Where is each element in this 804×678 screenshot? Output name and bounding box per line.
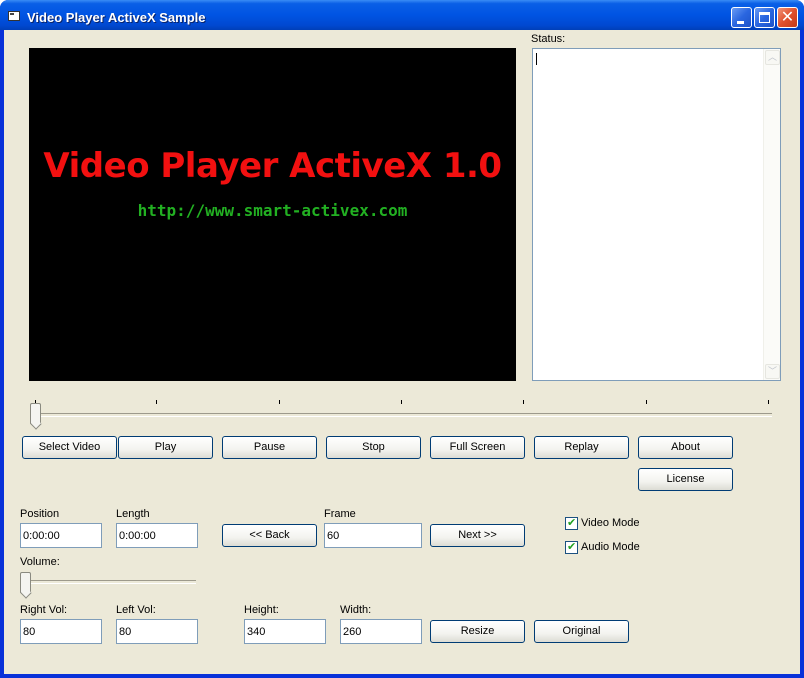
play-button[interactable]: Play <box>118 436 213 459</box>
app-window: Video Player ActiveX Sample ✕ Video Play… <box>0 0 804 678</box>
stop-button[interactable]: Stop <box>326 436 421 459</box>
maximize-button[interactable] <box>754 7 775 28</box>
maximize-icon <box>759 12 770 23</box>
height-label: Height: <box>244 604 279 616</box>
position-label: Position <box>20 508 60 520</box>
close-icon: ✕ <box>780 9 795 26</box>
text-caret <box>536 53 537 65</box>
audio-mode-label[interactable]: Audio Mode <box>581 541 640 553</box>
scroll-down-button[interactable]: ﹀ <box>765 364 780 379</box>
seek-tick <box>279 400 280 404</box>
volume-track[interactable] <box>24 580 196 584</box>
seek-thumb[interactable] <box>30 403 41 424</box>
checkbox-check-icon[interactable] <box>565 540 578 554</box>
video-title-text: Video Player ActiveX 1.0 <box>43 146 502 186</box>
length-field[interactable] <box>116 523 198 548</box>
minimize-button[interactable] <box>731 7 752 28</box>
window-title: Video Player ActiveX Sample <box>27 10 206 25</box>
right-vol-label: Right Vol: <box>20 604 68 616</box>
height-field[interactable] <box>244 619 326 644</box>
length-label: Length <box>116 508 150 520</box>
left-vol-field[interactable] <box>116 619 198 644</box>
resize-button[interactable]: Resize <box>430 620 525 643</box>
minimize-icon <box>737 21 744 24</box>
full-screen-button[interactable]: Full Screen <box>430 436 525 459</box>
width-field[interactable] <box>340 619 422 644</box>
app-icon[interactable] <box>8 11 20 21</box>
select-video-button[interactable]: Select Video <box>22 436 117 459</box>
status-label: Status: <box>531 33 566 45</box>
left-vol-label: Left Vol: <box>116 604 156 616</box>
volume-thumb[interactable] <box>20 572 31 593</box>
license-button[interactable]: License <box>638 468 733 491</box>
next-button[interactable]: Next >> <box>430 524 525 547</box>
close-button[interactable]: ✕ <box>777 7 798 28</box>
seek-track[interactable] <box>34 413 772 417</box>
volume-label: Volume: <box>20 556 60 568</box>
original-button[interactable]: Original <box>534 620 629 643</box>
video-display[interactable]: Video Player ActiveX 1.0 http://www.smar… <box>29 48 516 381</box>
status-scrollbar[interactable]: ︿ ﹀ <box>763 49 780 380</box>
seek-tick <box>523 400 524 404</box>
video-url-text: http://www.smart-activex.com <box>137 201 408 220</box>
pause-button[interactable]: Pause <box>222 436 317 459</box>
frame-field[interactable] <box>324 523 422 548</box>
back-button[interactable]: << Back <box>222 524 317 547</box>
video-mode-label[interactable]: Video Mode <box>581 517 640 529</box>
scroll-up-button[interactable]: ︿ <box>765 50 780 65</box>
position-field[interactable] <box>20 523 102 548</box>
client-area: Video Player ActiveX 1.0 http://www.smar… <box>4 30 800 674</box>
replay-button[interactable]: Replay <box>534 436 629 459</box>
seek-tick <box>646 400 647 404</box>
seek-tick <box>768 400 769 404</box>
seek-tick <box>156 400 157 404</box>
status-textarea[interactable]: ︿ ﹀ <box>532 48 781 381</box>
frame-label: Frame <box>324 508 356 520</box>
width-label: Width: <box>340 604 372 616</box>
title-bar[interactable]: Video Player ActiveX Sample ✕ <box>0 0 804 30</box>
about-button[interactable]: About <box>638 436 733 459</box>
checkbox-check-icon[interactable] <box>565 516 578 530</box>
right-vol-field[interactable] <box>20 619 102 644</box>
seek-tick <box>401 400 402 404</box>
